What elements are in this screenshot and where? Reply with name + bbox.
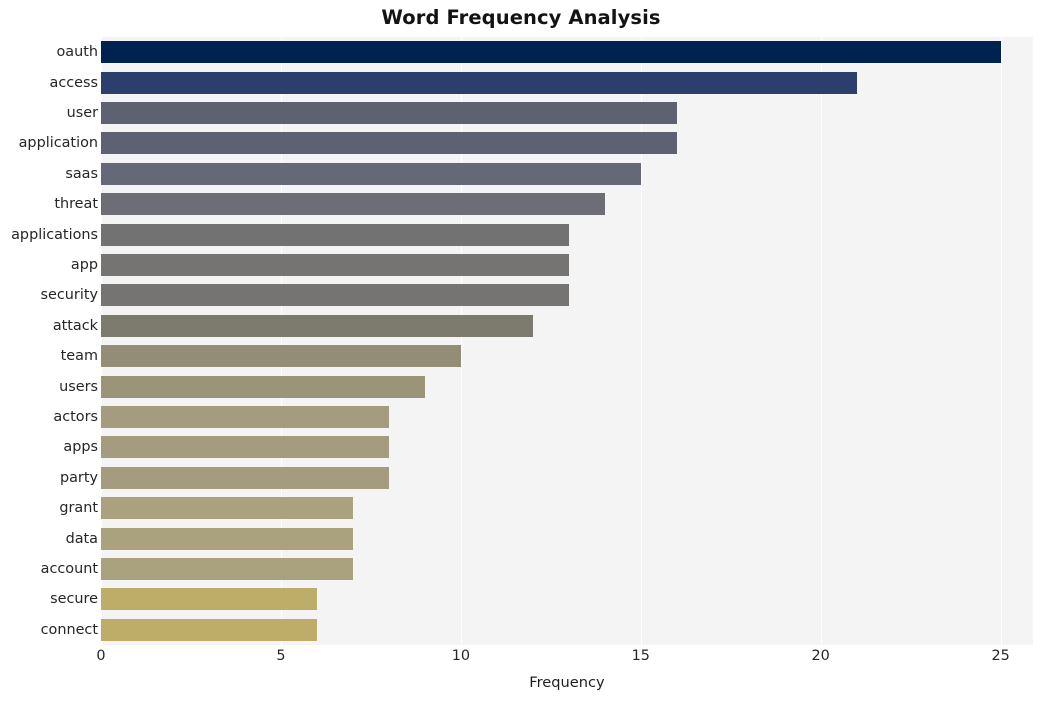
y-tick-label-attack: attack [52, 317, 98, 334]
bar-row[interactable] [101, 406, 1033, 428]
y-tick-label-applications: applications [11, 226, 98, 243]
bar-row[interactable] [101, 497, 1033, 520]
bar-row[interactable] [101, 223, 1033, 246]
bar-party[interactable] [101, 466, 389, 489]
bar-application[interactable] [101, 132, 677, 155]
chart-title: Word Frequency Analysis [381, 6, 661, 29]
y-axis-tick-labels: oauth access user application saas threat appl… [0, 37, 98, 645]
y-tick-label-actors: actors [53, 409, 98, 425]
bar-row[interactable] [101, 71, 1033, 94]
bar-users[interactable] [101, 375, 425, 398]
bar-threat[interactable] [101, 193, 605, 216]
bar-row[interactable] [101, 436, 1033, 459]
bar-data[interactable] [101, 527, 353, 550]
y-tick-label-account: account [40, 561, 98, 577]
plot-area [101, 37, 1033, 645]
bar-row[interactable] [101, 132, 1033, 155]
bar-row[interactable] [101, 345, 1033, 368]
gridline-x-5 [280, 37, 283, 645]
bar-row[interactable] [101, 466, 1033, 489]
y-tick-label-team: team [60, 348, 98, 365]
bar-connect[interactable] [101, 618, 317, 641]
y-tick-label-connect: connect [40, 621, 98, 638]
bar-oauth[interactable] [101, 41, 1001, 64]
bar-security[interactable] [101, 284, 569, 307]
bar-actors[interactable] [101, 406, 389, 428]
y-tick-label-access: access [49, 74, 99, 91]
bar-attack[interactable] [101, 314, 533, 337]
x-tick-label-20: 20 [811, 648, 830, 664]
bar-row[interactable] [101, 618, 1033, 641]
gridline-x-0 [101, 37, 103, 645]
bar-row[interactable] [101, 588, 1033, 611]
y-tick-label-app: app [70, 257, 98, 273]
gridline-x-20 [820, 37, 822, 645]
bar-saas[interactable] [101, 162, 641, 185]
x-axis-tick-labels: 0 5 10 15 20 25 [96, 648, 1033, 670]
bar-app[interactable] [101, 254, 569, 276]
bar-access[interactable] [101, 71, 857, 94]
x-tick-label-15: 15 [631, 648, 650, 664]
bar-row[interactable] [101, 284, 1033, 307]
y-tick-label-users: users [59, 378, 98, 395]
bar-row[interactable] [101, 254, 1033, 276]
word-frequency-chart-figure: Word Frequency Analysis oauth access user a… [0, 0, 1042, 701]
bar-grant[interactable] [101, 497, 353, 520]
bar-row[interactable] [101, 41, 1033, 64]
bar-row[interactable] [101, 102, 1033, 124]
bar-secure[interactable] [101, 588, 317, 611]
gridline-x-25 [1000, 37, 1002, 645]
y-tick-label-application: application [18, 135, 98, 152]
bar-row[interactable] [101, 314, 1033, 337]
bar-applications[interactable] [101, 223, 569, 246]
bar-row[interactable] [101, 162, 1033, 185]
bar-account[interactable] [101, 558, 353, 580]
y-tick-label-saas: saas [65, 165, 98, 182]
y-tick-label-oauth: oauth [56, 44, 98, 61]
y-tick-label-data: data [65, 530, 98, 547]
bar-row[interactable] [101, 375, 1033, 398]
x-tick-label-25: 25 [991, 648, 1010, 664]
gridline-x-15 [640, 37, 642, 645]
x-tick-label-10: 10 [451, 648, 470, 664]
bar-apps[interactable] [101, 436, 389, 459]
y-tick-label-grant: grant [59, 500, 98, 517]
y-tick-label-secure: secure [50, 591, 98, 608]
bar-team[interactable] [101, 345, 461, 368]
y-tick-label-security: security [40, 287, 98, 304]
bar-row[interactable] [101, 193, 1033, 216]
y-tick-label-user: user [66, 105, 98, 121]
x-tick-label-5: 5 [276, 648, 286, 664]
x-tick-label-0: 0 [96, 648, 106, 664]
y-tick-label-threat: threat [54, 196, 98, 213]
bar-user[interactable] [101, 102, 677, 124]
bar-row[interactable] [101, 558, 1033, 580]
bar-row[interactable] [101, 527, 1033, 550]
y-tick-label-apps: apps [63, 439, 98, 456]
y-tick-label-party: party [59, 469, 98, 486]
gridline-x-10 [460, 37, 462, 645]
x-axis-label: Frequency [529, 674, 605, 691]
